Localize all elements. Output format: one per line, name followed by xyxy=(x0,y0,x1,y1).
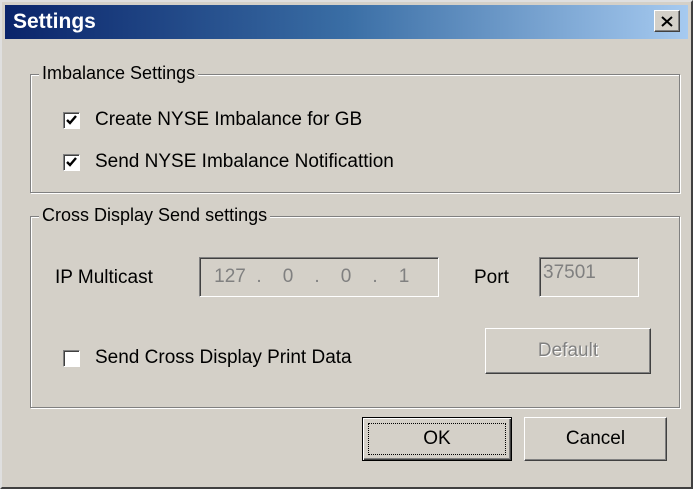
default-button-label: Default xyxy=(537,340,599,361)
close-button[interactable] xyxy=(654,10,680,32)
focus-ring xyxy=(368,423,506,455)
ip-separator: . xyxy=(256,266,262,287)
imbalance-settings-group: Imbalance Settings Create NYSE Imbalance… xyxy=(30,63,680,193)
cross-display-title: Cross Display Send settings xyxy=(39,205,271,226)
create-imbalance-option[interactable]: Create NYSE Imbalance for GB xyxy=(63,109,362,131)
imbalance-settings-title: Imbalance Settings xyxy=(39,63,199,84)
dialog-title: Settings xyxy=(13,10,96,33)
ip-octet-2: 0 xyxy=(282,266,294,287)
create-imbalance-label: Create NYSE Imbalance for GB xyxy=(95,109,363,130)
send-notification-checkbox[interactable] xyxy=(63,153,80,171)
cancel-button[interactable]: Cancel xyxy=(524,417,667,461)
create-imbalance-checkbox[interactable] xyxy=(63,111,80,129)
ip-octet-4: 1 xyxy=(398,266,410,287)
ip-multicast-label: IP Multicast xyxy=(55,267,153,288)
port-field[interactable]: 37501 xyxy=(539,257,639,297)
port-value: 37501 xyxy=(543,262,596,283)
cross-display-group: Cross Display Send settings IP Multicast… xyxy=(30,205,680,408)
checkmark-icon xyxy=(66,114,77,125)
send-notification-option[interactable]: Send NYSE Imbalance Notificattion xyxy=(63,151,394,173)
title-bar[interactable]: Settings xyxy=(5,5,688,39)
default-button[interactable]: Default xyxy=(485,328,651,374)
ip-octet-1: 127 xyxy=(214,266,246,287)
print-data-checkbox[interactable] xyxy=(63,349,80,367)
close-x-icon xyxy=(661,15,673,27)
checkmark-icon xyxy=(66,156,77,167)
settings-dialog: Settings Imbalance Settings Create NYSE … xyxy=(0,0,693,489)
ip-octet-3: 0 xyxy=(340,266,352,287)
cancel-button-label: Cancel xyxy=(565,428,626,449)
print-data-option[interactable]: Send Cross Display Print Data xyxy=(63,347,352,369)
ok-button[interactable]: OK xyxy=(362,417,512,461)
print-data-label: Send Cross Display Print Data xyxy=(95,347,352,368)
ip-multicast-field[interactable]: 127 . 0 . 0 . 1 xyxy=(199,257,439,297)
ip-separator: . xyxy=(372,266,378,287)
ip-separator: . xyxy=(314,266,320,287)
send-notification-label: Send NYSE Imbalance Notificattion xyxy=(95,151,394,172)
port-label: Port xyxy=(474,267,509,288)
